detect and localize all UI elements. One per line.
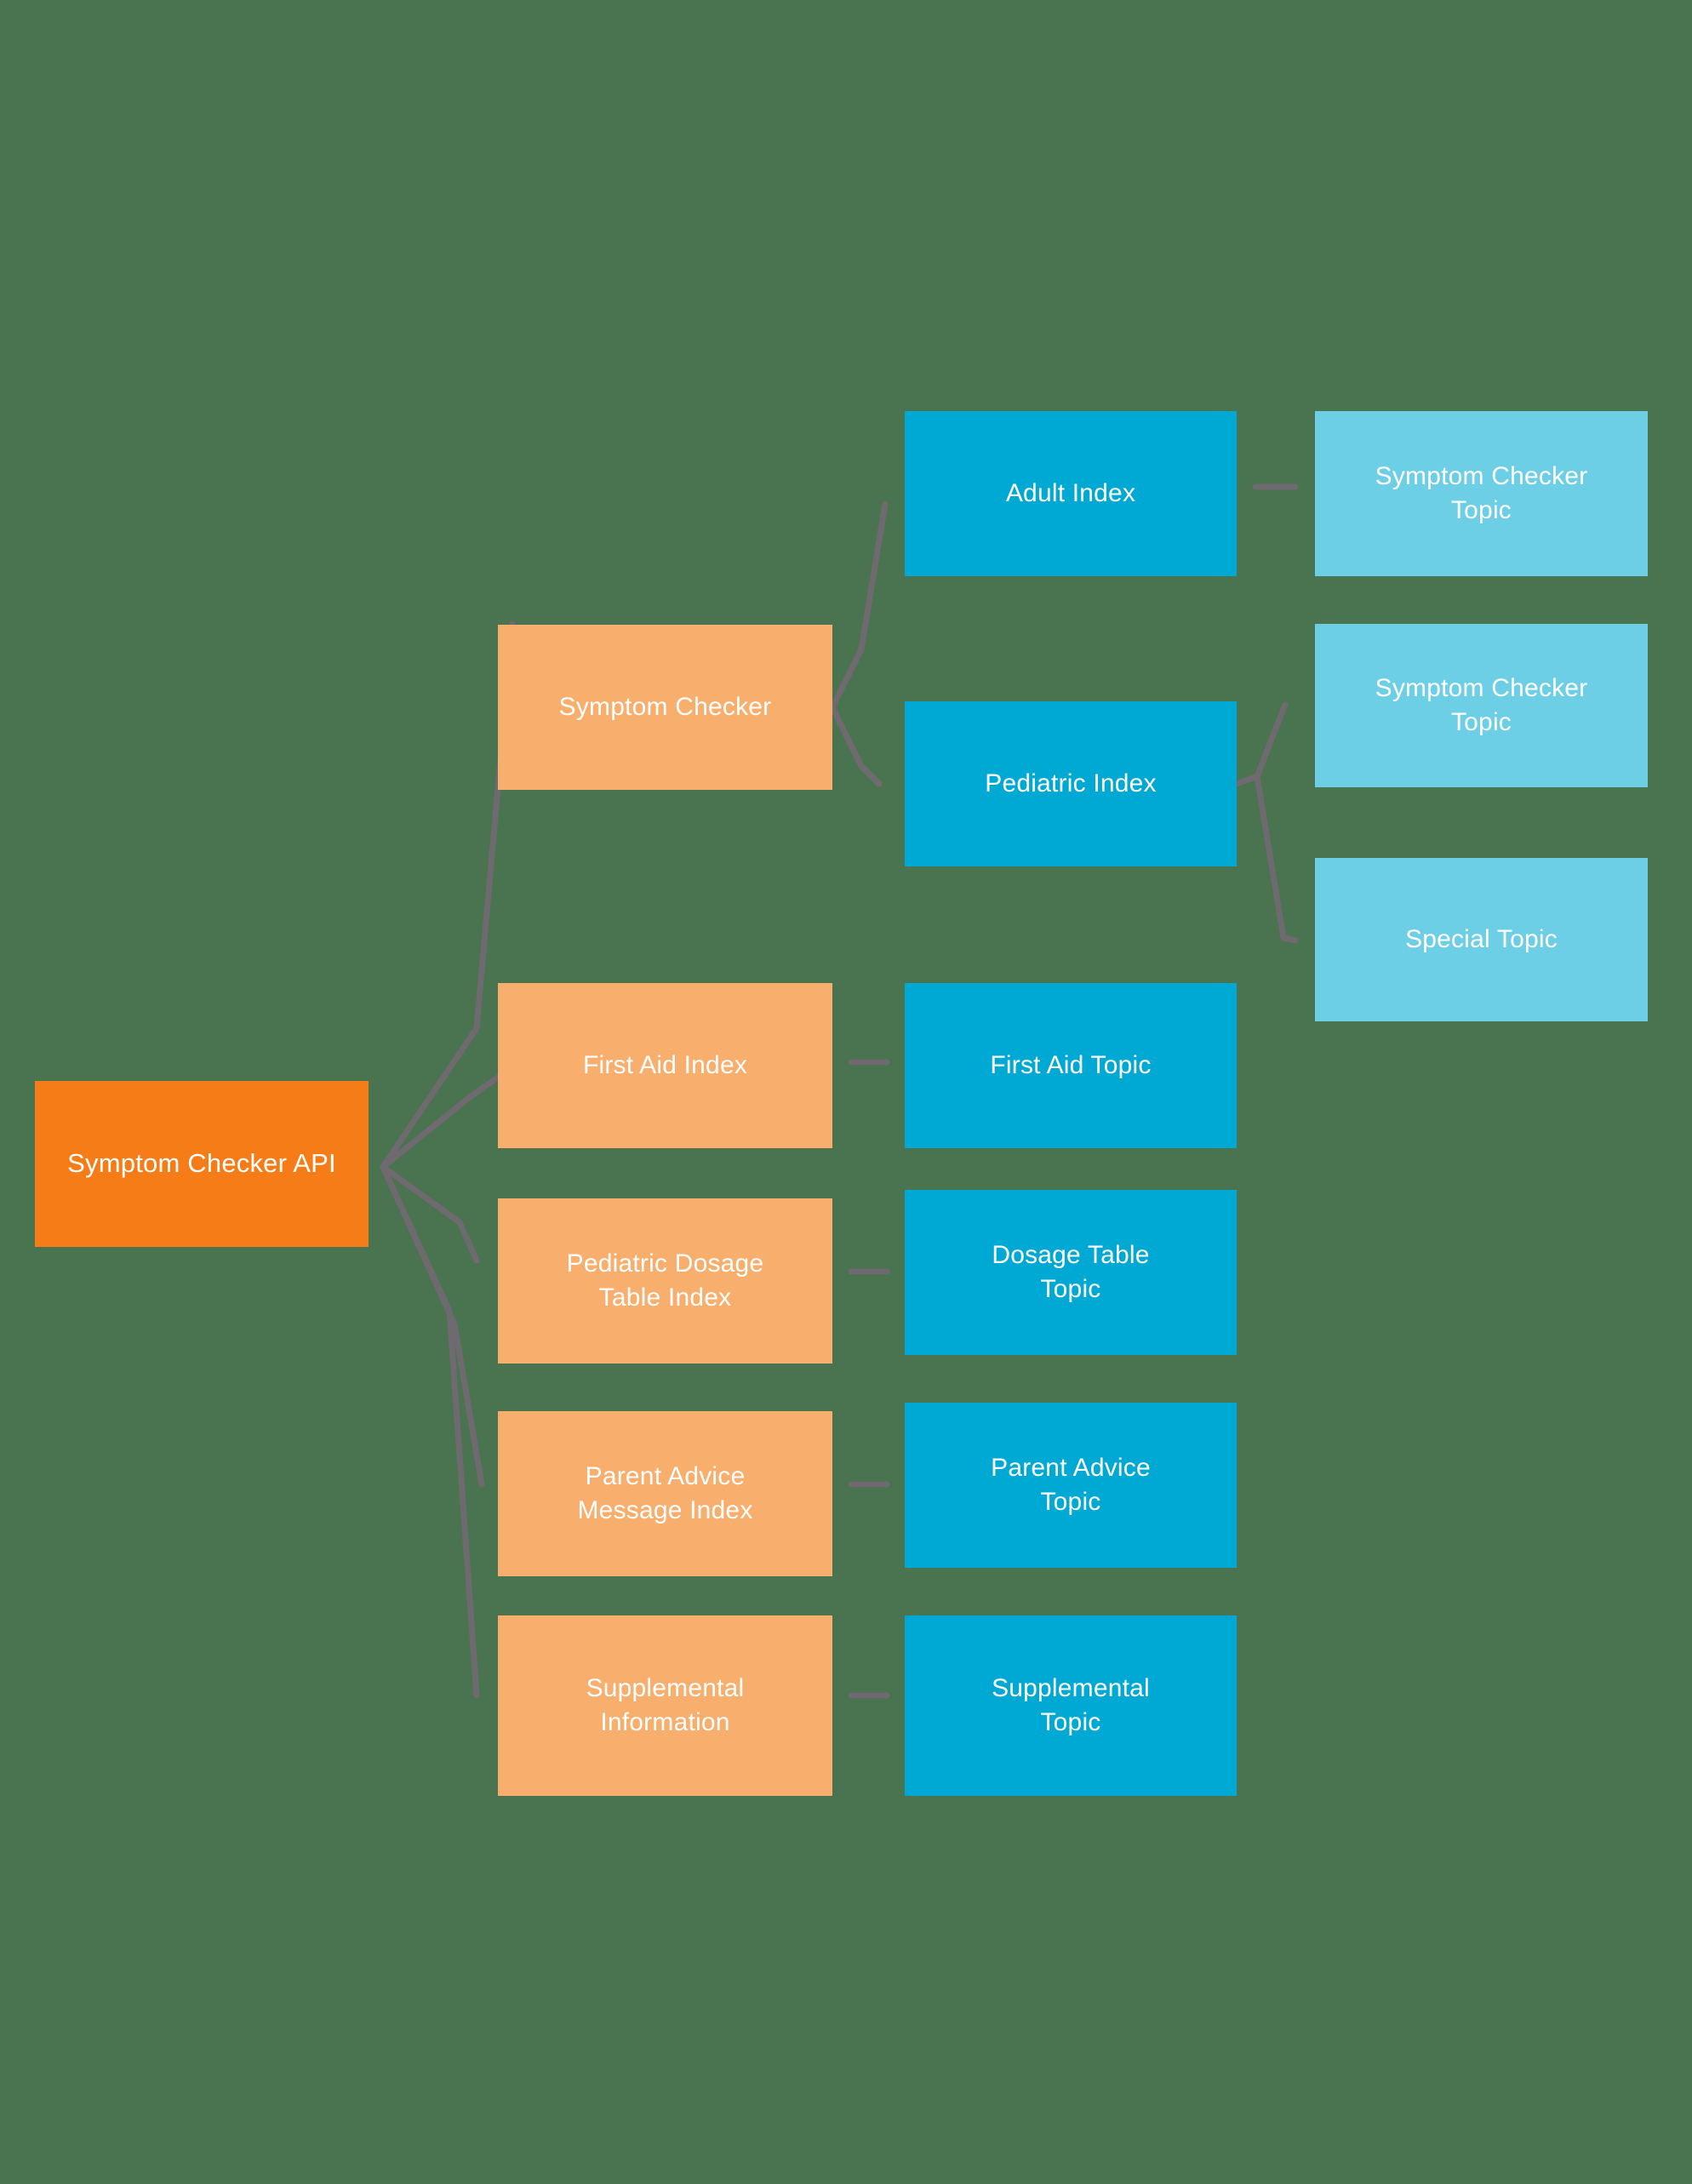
node-label: Adult Index — [1005, 479, 1136, 508]
node-label: Dosage Table Topic — [992, 1241, 1150, 1303]
edge-symptom-to-adult_idx — [829, 500, 889, 711]
node-label: Symptom Checker API — [67, 1148, 336, 1179]
edge-symptom-to-ped_idx — [829, 704, 883, 787]
node-root[interactable]: Symptom Checker API — [35, 1081, 369, 1247]
edge-root-to-firstaid_idx — [380, 1061, 519, 1170]
edge-root-to-advice_idx — [380, 1163, 485, 1488]
node-label: Pediatric Index — [985, 769, 1157, 798]
node-sc_topic_a[interactable]: Symptom Checker Topic — [1315, 411, 1648, 576]
diagram-canvas: Symptom Checker API Symptom Checker First … — [0, 0, 1692, 2184]
node-adult_idx[interactable]: Adult Index — [905, 411, 1237, 576]
node-label: Parent Advice Message Index — [577, 1462, 753, 1524]
node-firstaid_topic[interactable]: First Aid Topic — [905, 983, 1237, 1148]
node-label: Supplemental Topic — [992, 1674, 1150, 1736]
node-label: First Aid Index — [582, 1051, 748, 1080]
node-suppl_idx[interactable]: Supplemental Information — [498, 1615, 832, 1796]
node-label: Supplemental Information — [586, 1674, 745, 1736]
node-label: Pediatric Dosage Table Index — [566, 1249, 764, 1312]
node-label: Parent Advice Topic — [991, 1454, 1151, 1516]
node-label: Symptom Checker — [558, 693, 772, 722]
node-label: Special Topic — [1405, 925, 1558, 954]
node-firstaid_idx[interactable]: First Aid Index — [498, 983, 832, 1148]
edge-ped_idx-to-special_topic — [1254, 773, 1299, 944]
node-symptom[interactable]: Symptom Checker — [498, 625, 832, 790]
node-label: Symptom Checker Topic — [1375, 462, 1588, 524]
edge-root-to-suppl_idx — [380, 1163, 480, 1699]
node-dosage_topic[interactable]: Dosage Table Topic — [905, 1190, 1237, 1355]
node-label: Symptom Checker Topic — [1375, 674, 1588, 736]
edge-root-to-dosage_idx — [380, 1163, 480, 1264]
node-label: First Aid Topic — [990, 1051, 1152, 1080]
node-advice_topic[interactable]: Parent Advice Topic — [905, 1403, 1237, 1568]
edge-root-to-symptom — [380, 620, 516, 1170]
node-suppl_topic[interactable]: Supplemental Topic — [905, 1615, 1237, 1796]
node-sc_topic_b[interactable]: Symptom Checker Topic — [1315, 624, 1648, 787]
node-special_topic[interactable]: Special Topic — [1315, 858, 1648, 1021]
node-dosage_idx[interactable]: Pediatric Dosage Table Index — [498, 1198, 832, 1364]
node-advice_idx[interactable]: Parent Advice Message Index — [498, 1411, 832, 1576]
edge-ped_idx-to-sc_topic_b — [1233, 701, 1289, 787]
node-ped_idx[interactable]: Pediatric Index — [905, 701, 1237, 866]
